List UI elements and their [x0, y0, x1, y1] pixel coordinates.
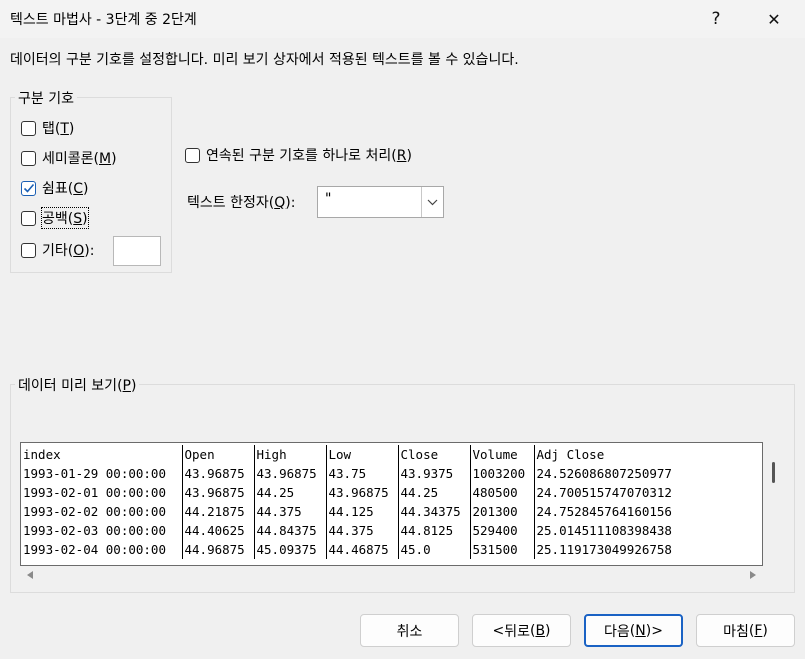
preview-cell: 1993-02-03 00:00:00 — [21, 521, 183, 540]
preview-cell: 44.25 — [398, 483, 471, 502]
preview-cell: 1003200 — [470, 464, 535, 483]
comma-label: 쉼표(C) — [42, 181, 89, 197]
preview-cell: 43.96875 — [326, 483, 399, 502]
text-wizard-dialog: 텍스트 마법사 - 3단계 중 2단계 ? ✕ 데이터의 구분 기호를 설정합니… — [0, 0, 805, 659]
preview-cell: 45.09375 — [254, 540, 327, 559]
space-checkbox[interactable]: 공백(S) — [21, 207, 89, 229]
preview-cell: 1993-02-04 00:00:00 — [21, 540, 183, 559]
checkbox-box[interactable] — [185, 147, 200, 163]
preview-cell: 1993-02-01 00:00:00 — [21, 483, 183, 502]
preview-cell: 43.75 — [326, 464, 399, 483]
cancel-button[interactable]: 취소 — [360, 614, 459, 647]
preview-cell: 201300 — [470, 502, 535, 521]
preview-cell: 44.375 — [254, 502, 327, 521]
checkbox-box[interactable] — [21, 210, 36, 226]
tab-checkbox[interactable]: 탭(T) — [21, 117, 74, 139]
checkbox-box[interactable] — [21, 180, 36, 196]
preview-cell: 43.96875 — [254, 464, 327, 483]
back-button[interactable]: < 뒤로(B) — [472, 614, 571, 647]
semicolon-checkbox[interactable]: 세미콜론(M) — [21, 147, 117, 169]
preview-cell: 44.46875 — [326, 540, 399, 559]
preview-cell: 44.375 — [326, 521, 399, 540]
preview-cell: 44.96875 — [182, 540, 255, 559]
consecutive-label: 연속된 구분 기호를 하나로 처리(R) — [206, 148, 412, 164]
close-icon: ✕ — [767, 9, 781, 29]
preview-cell: index — [21, 445, 183, 464]
window-title: 텍스트 마법사 - 3단계 중 2단계 — [10, 12, 197, 28]
space-label: 공백(S) — [41, 207, 89, 229]
preview-cell: Close — [398, 445, 471, 464]
scroll-left-icon[interactable] — [27, 571, 33, 579]
preview-cell: 44.8125 — [398, 521, 471, 540]
preview-cell: 44.21875 — [182, 502, 255, 521]
preview-cell: 531500 — [470, 540, 535, 559]
preview-row: 1993-02-04 00:00:00 44.96875 45.09375 44.46… — [21, 540, 762, 559]
next-button[interactable]: 다음(N) > — [584, 614, 683, 647]
other-delimiter-input[interactable] — [113, 236, 161, 266]
preview-cell: 1993-02-02 00:00:00 — [21, 502, 183, 521]
preview-cell: 24.700515747070312 — [536, 485, 672, 500]
preview-cell: 1993-01-29 00:00:00 — [21, 464, 183, 483]
checkbox-box[interactable] — [21, 150, 36, 166]
close-button[interactable]: ✕ — [752, 0, 796, 38]
preview-cell: 24.526086807250977 — [536, 466, 672, 481]
text-qualifier-value: " — [324, 191, 333, 207]
preview-cell: Volume — [470, 445, 535, 464]
finish-button[interactable]: 마침(F) — [696, 614, 795, 647]
preview-cell: Adj Close — [536, 447, 605, 462]
preview-header-row: index Open High Low Close Volume Adj Close — [21, 445, 762, 464]
preview-cell: 44.25 — [254, 483, 327, 502]
data-preview-pane[interactable]: index Open High Low Close Volume Adj Close 1993… — [20, 442, 763, 566]
preview-cell: 24.752845764160156 — [536, 504, 672, 519]
comma-checkbox[interactable]: 쉼표(C) — [21, 177, 88, 199]
horizontal-scrollbar[interactable] — [20, 566, 763, 583]
preview-cell: Open — [182, 445, 255, 464]
preview-row: 1993-02-03 00:00:00 44.40625 44.84375 44.37… — [21, 521, 762, 540]
checkmark-icon — [23, 183, 34, 193]
data-preview-legend: 데이터 미리 보기(P) — [15, 375, 140, 395]
help-button[interactable]: ? — [694, 0, 738, 38]
checkbox-box[interactable] — [21, 242, 36, 258]
title-bar: 텍스트 마법사 - 3단계 중 2단계 ? ✕ — [0, 0, 805, 38]
preview-row: 1993-01-29 00:00:00 43.96875 43.96875 43.75… — [21, 464, 762, 483]
preview-cell: High — [254, 445, 327, 464]
preview-cell: 529400 — [470, 521, 535, 540]
preview-cell: 44.125 — [326, 502, 399, 521]
preview-table: index Open High Low Close Volume Adj Close 1993… — [21, 445, 762, 559]
vertical-scroll-thumb[interactable] — [772, 462, 775, 483]
preview-cell: Low — [326, 445, 399, 464]
preview-cell: 44.84375 — [254, 521, 327, 540]
tab-label: 탭(T) — [42, 121, 75, 137]
scroll-right-icon[interactable] — [750, 571, 756, 579]
preview-cell: 45.0 — [398, 540, 471, 559]
other-checkbox[interactable]: 기타(O): — [21, 239, 94, 261]
step-description: 데이터의 구분 기호를 설정합니다. 미리 보기 상자에서 적용된 텍스트를 볼… — [10, 52, 519, 68]
chevron-down-icon — [427, 199, 438, 205]
preview-cell: 25.119173049926758 — [536, 542, 672, 557]
other-label: 기타(O): — [42, 243, 95, 259]
preview-cell: 44.34375 — [398, 502, 471, 521]
preview-cell: 480500 — [470, 483, 535, 502]
checkbox-box[interactable] — [21, 120, 36, 136]
semicolon-label: 세미콜론(M) — [42, 151, 117, 167]
preview-cell: 25.014511108398438 — [536, 523, 672, 538]
dropdown-toggle[interactable] — [421, 187, 443, 217]
preview-cell: 43.96875 — [182, 464, 255, 483]
preview-cell: 44.40625 — [182, 521, 255, 540]
preview-row: 1993-02-01 00:00:00 43.96875 44.25 43.96875… — [21, 483, 762, 502]
preview-cell: 43.9375 — [398, 464, 471, 483]
preview-cell: 43.96875 — [182, 483, 255, 502]
delimiters-legend: 구분 기호 — [15, 88, 77, 108]
text-qualifier-label: 텍스트 한정자(Q): — [187, 195, 296, 211]
preview-row: 1993-02-02 00:00:00 44.21875 44.375 44.125 4… — [21, 502, 762, 521]
text-qualifier-dropdown[interactable]: " — [317, 186, 444, 218]
consecutive-delimiters-checkbox[interactable]: 연속된 구분 기호를 하나로 처리(R) — [185, 144, 412, 166]
